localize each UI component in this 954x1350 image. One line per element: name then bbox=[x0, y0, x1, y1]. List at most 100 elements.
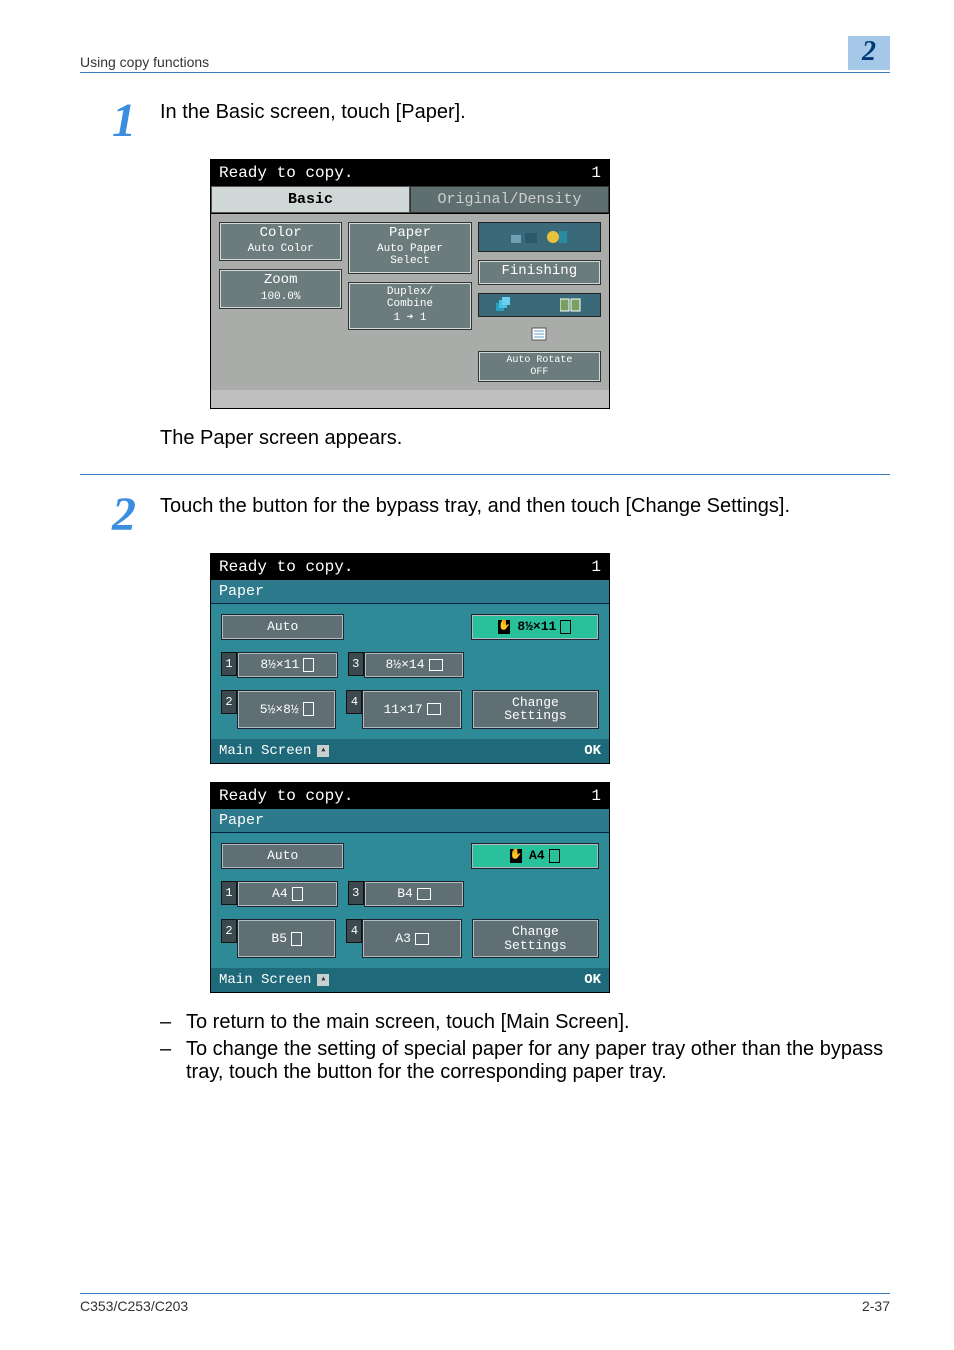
orientation-port-icon bbox=[291, 932, 302, 946]
bypass-tray-button[interactable]: ✋ 8½×11 bbox=[471, 614, 599, 640]
bullet-dash: – bbox=[160, 1011, 178, 1034]
finishing-label: Finishing bbox=[481, 264, 598, 279]
bullet-text: To return to the main screen, touch [Mai… bbox=[186, 1011, 630, 1034]
status-text: Ready to copy. bbox=[219, 558, 353, 576]
duplex-combine-button[interactable]: Duplex/ Combine 1 ➜ 1 bbox=[348, 282, 471, 330]
auto-paper-button[interactable]: Auto bbox=[221, 614, 344, 640]
auto-paper-button[interactable]: Auto bbox=[221, 843, 344, 869]
zoom-button[interactable]: Zoom 100.0% bbox=[219, 269, 342, 308]
tray-1-number: 1 bbox=[221, 881, 237, 905]
tray-3-number: 3 bbox=[348, 652, 364, 676]
tab-basic[interactable]: Basic bbox=[211, 186, 410, 213]
tray-1-button[interactable]: 8½×11 bbox=[237, 652, 338, 678]
tray-3-size: 8½×14 bbox=[386, 658, 425, 671]
paper-button[interactable]: Paper Auto Paper Select bbox=[348, 222, 471, 274]
paper-title: Paper bbox=[351, 226, 468, 241]
change-settings-button[interactable]: Change Settings bbox=[472, 690, 599, 729]
tray-2-size: 5½×8½ bbox=[260, 703, 299, 716]
copy-count: 1 bbox=[591, 164, 601, 182]
tab-original-density[interactable]: Original/Density bbox=[410, 186, 609, 213]
header-rule bbox=[80, 72, 890, 73]
main-screen-button[interactable]: Main Screen ▴ bbox=[219, 743, 329, 759]
tray-4-number: 4 bbox=[346, 919, 362, 943]
change-settings-button[interactable]: Change Settings bbox=[472, 919, 599, 958]
finishing-icons-bottom bbox=[478, 293, 601, 317]
bypass-size: A4 bbox=[529, 849, 545, 862]
tray-4-button[interactable]: 11×17 bbox=[362, 690, 461, 729]
staple-punch-icon bbox=[509, 227, 569, 247]
spacer bbox=[354, 614, 460, 640]
tray-1-number: 1 bbox=[221, 652, 237, 676]
duplex-title: Duplex/ Combine bbox=[351, 286, 468, 310]
tray-2-size: B5 bbox=[271, 932, 287, 945]
tray-2-button[interactable]: B5 bbox=[237, 919, 336, 958]
header-section: Using copy functions bbox=[80, 54, 209, 70]
tray-4-size: 11×17 bbox=[384, 703, 423, 716]
status-text: Ready to copy. bbox=[219, 164, 353, 182]
bullet-dash: – bbox=[160, 1038, 178, 1084]
footer-page: 2-37 bbox=[862, 1298, 890, 1314]
screenshot-basic-screen: Ready to copy. 1 Basic Original/Density … bbox=[210, 159, 610, 409]
auto-rotate-button[interactable]: Auto Rotate OFF bbox=[478, 351, 601, 381]
ok-button[interactable]: OK bbox=[584, 743, 601, 759]
orientation-land-icon bbox=[415, 933, 429, 945]
tray-4-number: 4 bbox=[346, 690, 362, 714]
step-1-text: In the Basic screen, touch [Paper]. bbox=[160, 97, 890, 145]
tray-1-size: A4 bbox=[272, 887, 288, 900]
step-divider bbox=[80, 474, 890, 475]
orientation-land-icon bbox=[429, 659, 443, 671]
tray-1-button[interactable]: A4 bbox=[237, 881, 338, 907]
step-number-1: 1 bbox=[80, 97, 136, 145]
color-value: Auto Color bbox=[222, 243, 339, 255]
bypass-size: 8½×11 bbox=[517, 620, 556, 633]
tray-2-button[interactable]: 5½×8½ bbox=[237, 690, 336, 729]
autorotate-doc-icon bbox=[478, 325, 601, 343]
paper-value: Auto Paper Select bbox=[351, 243, 468, 267]
copy-count: 1 bbox=[591, 558, 601, 576]
tray-4-button[interactable]: A3 bbox=[362, 919, 461, 958]
spacer bbox=[474, 881, 599, 907]
ok-button[interactable]: OK bbox=[584, 972, 601, 988]
main-screen-button[interactable]: Main Screen ▴ bbox=[219, 972, 329, 988]
step-2-notes: – To return to the main screen, touch [M… bbox=[160, 1011, 890, 1084]
tray-3-number: 3 bbox=[348, 881, 364, 905]
step-1-result: The Paper screen appears. bbox=[160, 427, 890, 450]
bypass-tray-button[interactable]: ✋ A4 bbox=[471, 843, 599, 869]
orientation-port-icon bbox=[549, 849, 560, 863]
spacer bbox=[354, 843, 460, 869]
tray-2-number: 2 bbox=[221, 690, 237, 714]
orientation-port-icon bbox=[303, 658, 314, 672]
tray-3-size: B4 bbox=[397, 887, 413, 900]
offset-icon bbox=[560, 297, 582, 313]
main-screen-label: Main Screen bbox=[219, 972, 311, 988]
step-number-2: 2 bbox=[80, 491, 136, 539]
finishing-icons-top bbox=[478, 222, 601, 252]
up-arrow-icon: ▴ bbox=[317, 974, 329, 986]
color-title: Color bbox=[222, 226, 339, 241]
zoom-value: 100.0% bbox=[222, 291, 339, 303]
tray-3-button[interactable]: 8½×14 bbox=[364, 652, 465, 678]
tray-4-size: A3 bbox=[395, 932, 411, 945]
footer-rule bbox=[80, 1293, 890, 1294]
bypass-hand-icon: ✋ bbox=[510, 849, 522, 863]
zoom-title: Zoom bbox=[222, 273, 339, 288]
duplex-value: 1 ➜ 1 bbox=[351, 312, 468, 324]
color-button[interactable]: Color Auto Color bbox=[219, 222, 342, 261]
tray-2-number: 2 bbox=[221, 919, 237, 943]
paper-title-bar: Paper bbox=[211, 809, 609, 833]
tray-1-size: 8½×11 bbox=[260, 658, 299, 671]
spacer bbox=[474, 652, 599, 678]
orientation-port-icon bbox=[292, 887, 303, 901]
up-arrow-icon: ▴ bbox=[317, 745, 329, 757]
orientation-land-icon bbox=[427, 703, 441, 715]
step-2-text: Touch the button for the bypass tray, an… bbox=[160, 491, 890, 539]
chapter-number: 2 bbox=[848, 36, 890, 70]
tray-3-button[interactable]: B4 bbox=[364, 881, 465, 907]
basic-footer-strip bbox=[211, 390, 609, 408]
orientation-port-icon bbox=[303, 702, 314, 716]
orientation-land-icon bbox=[417, 888, 431, 900]
screenshot-paper-screen-metric: Ready to copy. 1 Paper Auto ✋ A4 1 A4 bbox=[210, 782, 610, 993]
footer-model: C353/C253/C203 bbox=[80, 1298, 188, 1314]
finishing-button[interactable]: Finishing bbox=[478, 260, 601, 285]
copy-count: 1 bbox=[591, 787, 601, 805]
